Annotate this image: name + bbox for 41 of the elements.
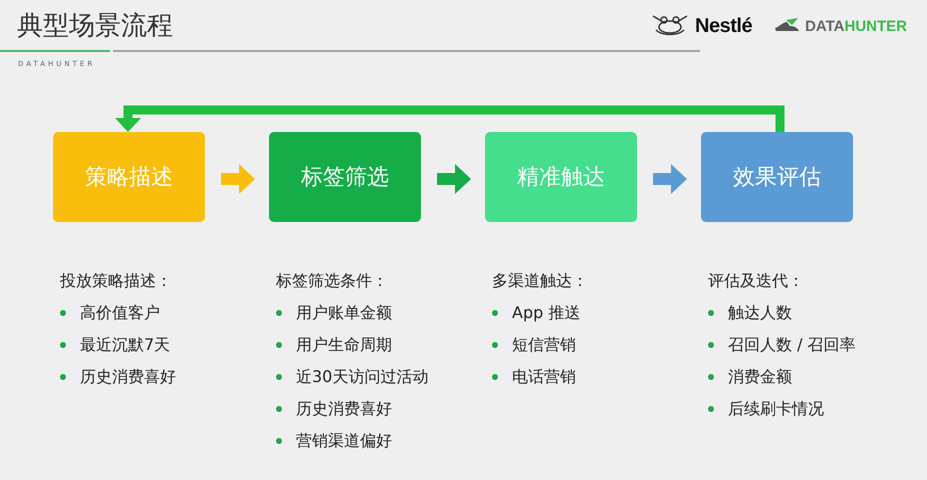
list-item: 电话营销 — [512, 366, 576, 388]
list-heading: 评估及迭代： — [708, 270, 805, 292]
list-heading: 投放策略描述： — [60, 270, 173, 292]
bullet-icon — [276, 438, 282, 444]
list-item: 消费金额 — [728, 366, 792, 388]
logo-wordmark: Nestlé — [695, 14, 752, 38]
slide-title: 典型场景流程 — [17, 10, 173, 43]
list-heading: 标签筛选条件： — [276, 270, 389, 292]
bullet-icon — [60, 342, 66, 348]
list-heading: 多渠道触达： — [492, 270, 589, 292]
bullet-icon — [60, 310, 66, 316]
list-item: 营销渠道偏好 — [296, 430, 392, 452]
bullet-icon — [276, 374, 282, 380]
list-item: 用户生命周期 — [296, 334, 392, 356]
list-item: 用户账单金额 — [296, 302, 392, 324]
list-item: 召回人数 / 召回率 — [728, 334, 856, 356]
bullet-icon — [492, 374, 498, 380]
list-item: 后续刷卡情况 — [728, 398, 824, 420]
step-card: 效果评估 — [701, 132, 853, 222]
bullet-icon — [276, 342, 282, 348]
right-arrow-icon — [653, 164, 687, 194]
list-item: 短信营销 — [512, 334, 576, 356]
right-arrow-icon — [437, 164, 471, 194]
list-item: 历史消费喜好 — [80, 366, 176, 388]
logo-wordmark: DATAHUNTER — [805, 18, 907, 34]
bullet-icon — [276, 310, 282, 316]
list-item: App 推送 — [512, 302, 580, 324]
right-arrow-icon — [221, 164, 255, 194]
list-item: 历史消费喜好 — [296, 398, 392, 420]
bullet-icon — [492, 310, 498, 316]
bullet-icon — [60, 374, 66, 380]
bullet-icon — [708, 310, 714, 316]
bullet-icon — [708, 406, 714, 412]
list-item: 触达人数 — [728, 302, 792, 324]
list-item: 高价值客户 — [80, 302, 160, 324]
list-item: 近30天访问过活动 — [296, 366, 428, 388]
bullet-icon — [708, 342, 714, 348]
bullet-icon — [492, 342, 498, 348]
list-item: 最近沉默7天 — [80, 334, 170, 356]
bullet-icon — [276, 406, 282, 412]
bullet-icon — [708, 374, 714, 380]
